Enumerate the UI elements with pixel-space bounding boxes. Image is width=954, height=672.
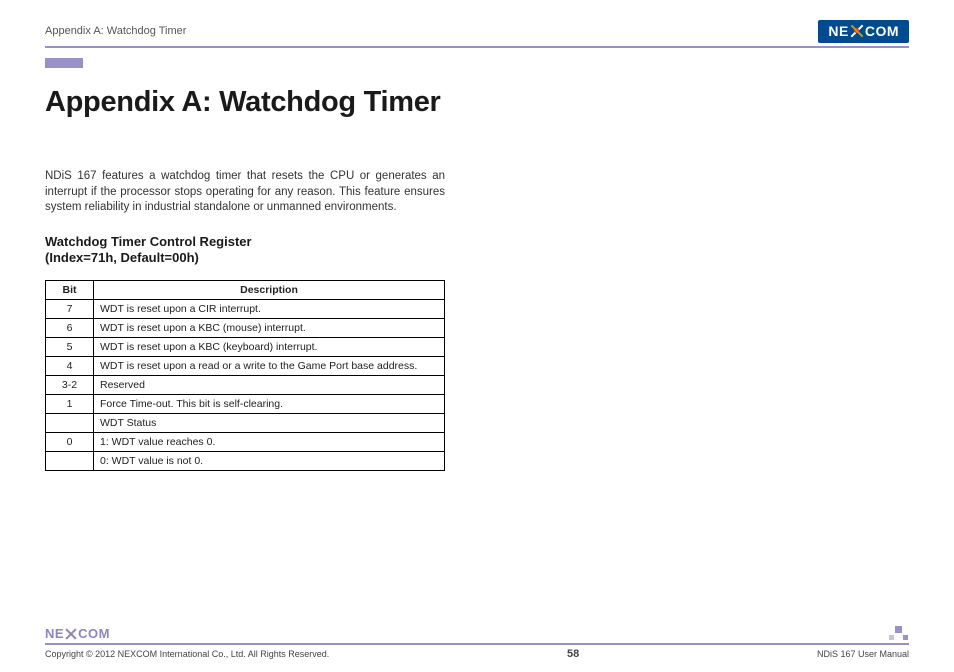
section-heading-line1: Watchdog Timer Control Register xyxy=(45,234,909,250)
intro-paragraph: NDiS 167 features a watchdog timer that … xyxy=(45,169,445,216)
page-title: Appendix A: Watchdog Timer xyxy=(45,86,909,119)
table-row: 1Force Time-out. This bit is self-cleari… xyxy=(46,395,445,414)
footer-logo: NE COM xyxy=(45,626,909,641)
section-heading: Watchdog Timer Control Register (Index=7… xyxy=(45,234,909,267)
page-header: Appendix A: Watchdog Timer NE COM xyxy=(45,18,909,44)
cell-desc: WDT is reset upon a CIR interrupt. xyxy=(94,300,445,319)
cell-desc: WDT Status xyxy=(94,414,445,433)
footer-logo-left: NE xyxy=(45,626,64,641)
cell-desc: WDT is reset upon a KBC (mouse) interrup… xyxy=(94,319,445,338)
section-tab-marker xyxy=(45,58,83,68)
logo-x-icon xyxy=(850,24,864,38)
cell-bit xyxy=(46,452,94,471)
col-bit-header: Bit xyxy=(46,281,94,300)
section-heading-line2: (Index=71h, Default=00h) xyxy=(45,250,909,266)
cell-bit: 1 xyxy=(46,395,94,414)
cell-bit xyxy=(46,414,94,433)
logo-text-right: COM xyxy=(865,23,899,39)
header-section-title: Appendix A: Watchdog Timer xyxy=(45,25,186,37)
cell-bit: 6 xyxy=(46,319,94,338)
copyright-text: Copyright © 2012 NEXCOM International Co… xyxy=(45,649,329,659)
table-row: WDT Status xyxy=(46,414,445,433)
cell-bit: 0 xyxy=(46,433,94,452)
cell-desc: 0: WDT value is not 0. xyxy=(94,452,445,471)
table-row: 0: WDT value is not 0. xyxy=(46,452,445,471)
table-row: 01: WDT value reaches 0. xyxy=(46,433,445,452)
cell-desc: Reserved xyxy=(94,376,445,395)
cell-desc: WDT is reset upon a KBC (keyboard) inter… xyxy=(94,338,445,357)
cell-bit: 5 xyxy=(46,338,94,357)
cell-desc: Force Time-out. This bit is self-clearin… xyxy=(94,395,445,414)
footer-logo-right: COM xyxy=(78,626,110,641)
manual-name: NDiS 167 User Manual xyxy=(817,649,909,659)
footer-divider xyxy=(45,643,909,645)
nexcom-logo: NE COM xyxy=(818,20,909,43)
header-divider xyxy=(45,46,909,48)
cell-bit: 3-2 xyxy=(46,376,94,395)
cell-bit: 4 xyxy=(46,357,94,376)
page-number: 58 xyxy=(567,648,579,660)
footer-row: Copyright © 2012 NEXCOM International Co… xyxy=(45,648,909,660)
footer-x-icon xyxy=(65,628,77,640)
register-table: Bit Description 7WDT is reset upon a CIR… xyxy=(45,280,445,471)
page-footer: NE COM Copyright © 2012 NEXCOM Internati… xyxy=(45,626,909,660)
table-row: 7WDT is reset upon a CIR interrupt. xyxy=(46,300,445,319)
cell-desc: 1: WDT value reaches 0. xyxy=(94,433,445,452)
logo-text-left: NE xyxy=(828,23,848,39)
table-row: 6WDT is reset upon a KBC (mouse) interru… xyxy=(46,319,445,338)
col-desc-header: Description xyxy=(94,281,445,300)
table-header-row: Bit Description xyxy=(46,281,445,300)
cell-bit: 7 xyxy=(46,300,94,319)
table-row: 4WDT is reset upon a read or a write to … xyxy=(46,357,445,376)
table-row: 5WDT is reset upon a KBC (keyboard) inte… xyxy=(46,338,445,357)
cell-desc: WDT is reset upon a read or a write to t… xyxy=(94,357,445,376)
table-row: 3-2Reserved xyxy=(46,376,445,395)
